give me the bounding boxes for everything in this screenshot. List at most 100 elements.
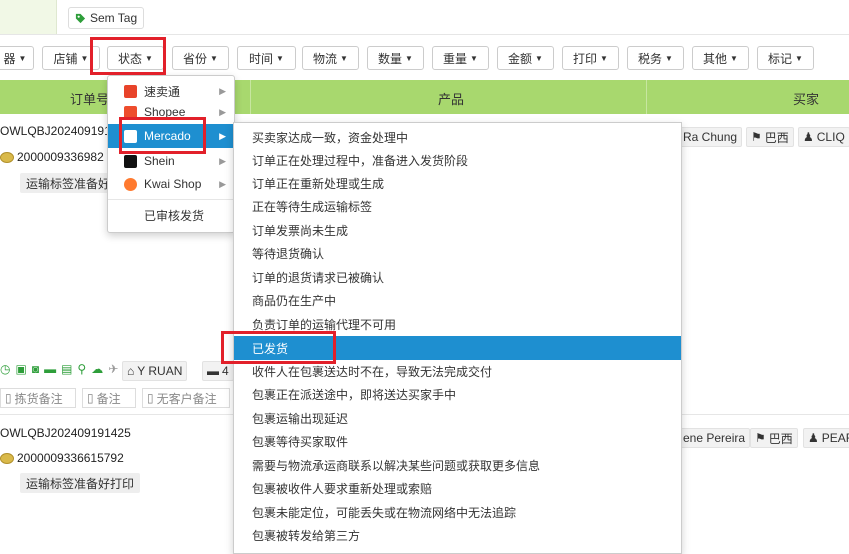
- buyer-tag: ♟ CLIQ: [798, 127, 849, 147]
- aliexpress-icon: [124, 84, 137, 98]
- submenu-item-label: 订单正在重新处理或生成: [252, 177, 385, 191]
- annotation-box-mercado: [119, 117, 206, 154]
- note-text: 无客户备注: [156, 391, 217, 406]
- camera-icon[interactable]: ◙: [32, 362, 39, 376]
- header-divider: [250, 80, 251, 114]
- status-badge-text: 运输标签准备好打印: [26, 476, 135, 491]
- note-icon: ▯: [87, 391, 94, 405]
- coin-icon: [0, 151, 14, 163]
- coin-icon: [0, 452, 14, 464]
- filter-label: 数量: [378, 51, 403, 66]
- filter-amount[interactable]: 金额 ▼: [497, 46, 554, 70]
- filter-label: 打印: [573, 51, 598, 66]
- country-badge: ⚑ 巴西: [750, 428, 798, 448]
- menu-item-aliexpress[interactable]: 速卖通 ▶: [108, 80, 234, 102]
- plane-icon[interactable]: ✈: [108, 362, 118, 376]
- print-icon[interactable]: ▤: [61, 362, 72, 376]
- submenu-item-label: 订单发票尚未生成: [252, 224, 349, 238]
- submenu-item-label: 包裹运输出现延迟: [252, 412, 349, 426]
- menu-item-label: Shein: [144, 154, 175, 168]
- note-icon: ▯: [147, 391, 154, 405]
- flag-icon: ⚑: [755, 431, 766, 445]
- filter-other[interactable]: 其他 ▼: [692, 46, 749, 70]
- filter-province[interactable]: 省份 ▼: [172, 46, 229, 70]
- submenu-item-label: 需要与物流承运商联系以解决某些问题或获取更多信息: [252, 459, 541, 473]
- menu-item-kwai[interactable]: Kwai Shop ▶: [108, 173, 234, 195]
- chevron-down-icon: ▼: [730, 53, 738, 63]
- submenu-item[interactable]: 正在等待生成运输标签: [234, 195, 681, 218]
- submenu-item[interactable]: 包裹被转发给第三方: [234, 524, 681, 547]
- chevron-down-icon: ▼: [600, 53, 608, 63]
- customer-note-button[interactable]: ▯ 无客户备注: [142, 388, 230, 408]
- submenu-item-label: 订单正在处理过程中，准备进入发货阶段: [252, 154, 469, 168]
- buyer-tag-text: PEAR: [821, 431, 849, 445]
- submenu-item[interactable]: 需要与物流承运商联系以解决某些问题或获取更多信息: [234, 454, 681, 477]
- filter-label: 物流: [313, 51, 338, 66]
- flag-icon: ⚑: [751, 130, 762, 144]
- submenu-item[interactable]: 包裹未能定位，可能丢失或在物流网络中无法追踪: [234, 501, 681, 524]
- filter-label: 其他: [703, 51, 728, 66]
- filter-quantity[interactable]: 数量 ▼: [367, 46, 424, 70]
- submenu-item-label: 包裹未能定位，可能丢失或在物流网络中无法追踪: [252, 506, 517, 520]
- submenu-item[interactable]: 包裹被收件人要求重新处理或索赔: [234, 477, 681, 500]
- submenu-item[interactable]: 包裹运输出现延迟: [234, 407, 681, 430]
- filter-mark[interactable]: 标记 ▼: [757, 46, 814, 70]
- submenu-item[interactable]: 订单发票尚未生成: [234, 219, 681, 242]
- filter-time[interactable]: 时间 ▼: [237, 46, 296, 70]
- filter-label: 税务: [638, 51, 663, 66]
- logistics-chip[interactable]: ⌂ Y RUAN: [122, 361, 188, 381]
- menu-item-label: Kwai Shop: [144, 177, 202, 191]
- order-id[interactable]: OWLQBJ202409191: [0, 124, 111, 138]
- user-icon: ♟: [808, 431, 819, 445]
- shipping-chip[interactable]: ▬ 4: [202, 361, 234, 381]
- submenu-item[interactable]: 包裹正在派送途中，即将送达买家手中: [234, 383, 681, 406]
- submenu-item[interactable]: 订单正在重新处理或生成: [234, 172, 681, 195]
- chevron-down-icon: ▼: [795, 53, 803, 63]
- buyer-name[interactable]: ene Pereira: [678, 428, 751, 448]
- filter-device[interactable]: 器 ▼: [0, 46, 34, 70]
- submenu-item-label: 包裹被转发给第三方: [252, 529, 361, 543]
- filter-label: 时间: [249, 51, 274, 66]
- clock-icon[interactable]: ◷: [0, 362, 10, 376]
- menu-item-reviewed-shipped[interactable]: 已审核发货: [108, 204, 234, 226]
- submenu-item-label: 收件人在包裹送达时不在，导致无法完成交付: [252, 365, 493, 379]
- submenu-item-label: 买卖家达成一致，资金处理中: [252, 131, 409, 145]
- submenu-item[interactable]: 订单正在处理过程中，准备进入发货阶段: [234, 149, 681, 172]
- note-text: 备注: [96, 391, 121, 406]
- note-button[interactable]: ▯ 备注: [82, 388, 136, 408]
- filter-label: 重量: [443, 51, 468, 66]
- filter-tax[interactable]: 税务 ▼: [627, 46, 684, 70]
- truck-icon[interactable]: ▬: [44, 362, 56, 376]
- tag-bar-edge: [0, 0, 57, 34]
- money-icon[interactable]: ▣: [15, 362, 26, 376]
- order-id[interactable]: OWLQBJ202409191425: [0, 426, 131, 440]
- menu-divider: [108, 199, 234, 200]
- menu-item-label: 已审核发货: [144, 208, 205, 223]
- status-badge: 运输标签准备好打印: [20, 473, 141, 493]
- chevron-right-icon: ▶: [219, 155, 226, 166]
- shein-icon: [124, 154, 137, 168]
- filter-weight[interactable]: 重量 ▼: [432, 46, 489, 70]
- chevron-right-icon: ▶: [219, 85, 226, 96]
- buyer-name[interactable]: Ra Chung: [678, 127, 743, 147]
- chevron-right-icon: ▶: [219, 130, 226, 141]
- filter-print[interactable]: 打印 ▼: [562, 46, 619, 70]
- picking-note-button[interactable]: ▯ 拣货备注: [0, 388, 76, 408]
- submenu-item[interactable]: 订单的退货请求已被确认: [234, 266, 681, 289]
- submenu-item[interactable]: 包裹等待买家取件: [234, 430, 681, 453]
- chevron-down-icon: ▼: [535, 53, 543, 63]
- order-number: 2000009336982: [17, 150, 104, 164]
- upload-icon[interactable]: ☁: [91, 362, 103, 376]
- submenu-item-label: 正在等待生成运输标签: [252, 200, 373, 214]
- submenu-item[interactable]: 买卖家达成一致，资金处理中: [234, 126, 681, 149]
- order-actions: ◷ ▣ ◙ ▬ ▤ ⚲ ☁ ✈: [0, 362, 118, 376]
- submenu-item[interactable]: 等待退货确认: [234, 242, 681, 265]
- tag-filter-button[interactable]: Sem Tag: [68, 7, 145, 29]
- chevron-right-icon: ▶: [219, 106, 226, 117]
- country-badge: ⚑ 巴西: [746, 127, 794, 147]
- chevron-down-icon: ▼: [405, 53, 413, 63]
- submenu-item-label: 订单的退货请求已被确认: [252, 271, 385, 285]
- location-icon[interactable]: ⚲: [77, 362, 86, 376]
- submenu-item[interactable]: 商品仍在生产中: [234, 289, 681, 312]
- filter-logistics[interactable]: 物流 ▼: [302, 46, 359, 70]
